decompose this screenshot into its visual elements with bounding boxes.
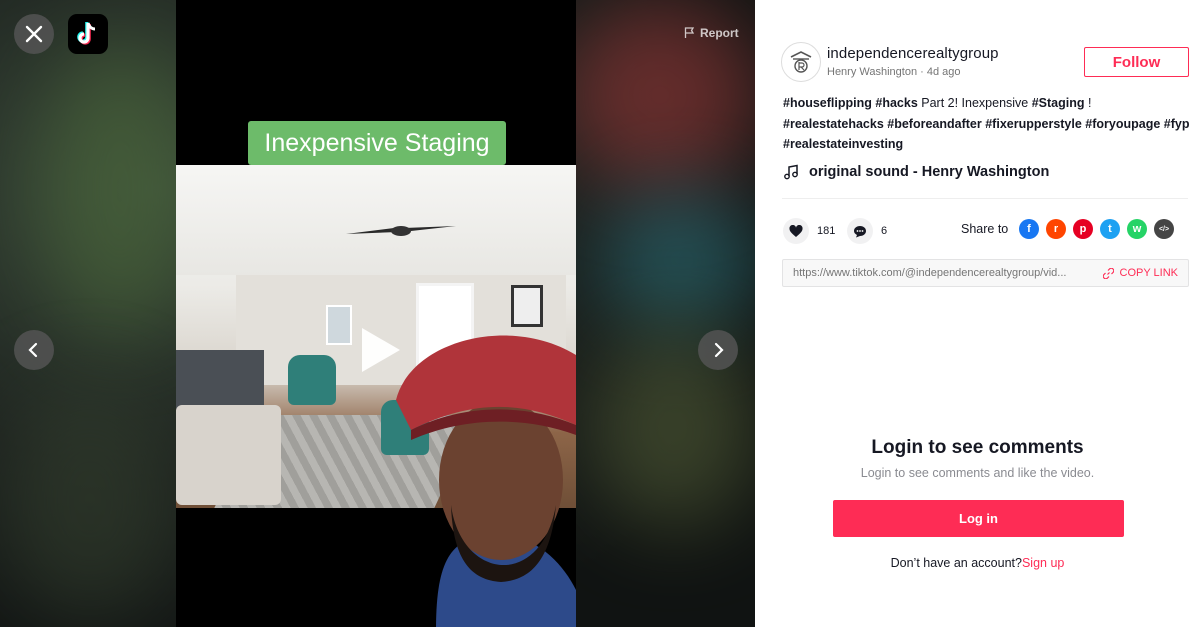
next-video-button[interactable] [698, 330, 738, 370]
author-meta: Henry Washington · 4d ago [827, 66, 961, 78]
heart-icon [789, 224, 803, 237]
hashtag-link[interactable]: #beforeandafter [887, 117, 981, 131]
hashtag-link[interactable]: #hacks [875, 96, 917, 110]
ceiling-fan-shape [346, 226, 456, 236]
video-player[interactable]: Inexpensive Staging [176, 0, 576, 627]
hashtag-link[interactable]: #realestatehacks [783, 117, 884, 131]
description-text: Part 2! Inexpensive [917, 96, 1032, 110]
share-reddit-button[interactable]: r [1046, 219, 1066, 239]
login-prompt-title: Login to see comments [871, 437, 1084, 458]
copy-link-label: COPY LINK [1119, 267, 1179, 279]
twitter-icon: t [1108, 223, 1112, 235]
tiktok-logo[interactable] [68, 14, 108, 54]
room-picture-frame [511, 285, 543, 327]
video-link-box: https://www.tiktok.com/@independencereal… [782, 259, 1189, 287]
copy-link-button[interactable]: COPY LINK [1102, 267, 1179, 279]
author-avatar[interactable] [781, 42, 821, 82]
presenter-shape [396, 335, 576, 627]
login-prompt-subtitle: Login to see comments and like the video… [860, 466, 1095, 480]
hashtag-link[interactable]: #houseflipping [783, 96, 872, 110]
share-pinterest-button[interactable]: p [1073, 219, 1093, 239]
no-account-text: Don’t have an account? [890, 556, 1022, 570]
previous-video-button[interactable] [14, 330, 54, 370]
video-caption-overlay: Inexpensive Staging [248, 121, 506, 165]
facebook-icon: f [1027, 223, 1031, 235]
whatsapp-icon: w [1132, 223, 1142, 235]
link-icon [1102, 267, 1114, 279]
room-sofa [176, 405, 281, 505]
video-viewer: Report Inexpensive Staging [0, 0, 755, 627]
hashtag-link[interactable]: #fixerupperstyle [985, 117, 1082, 131]
hashtag-link[interactable]: #realestateinvesting [783, 137, 903, 151]
share-whatsapp-button[interactable]: w [1127, 219, 1147, 239]
like-count: 181 [817, 225, 836, 237]
report-label: Report [700, 26, 739, 40]
close-icon [25, 25, 43, 43]
share-label: Share to [961, 222, 1009, 236]
comment-button[interactable] [847, 218, 873, 244]
room-chair [288, 355, 336, 405]
reddit-icon: r [1053, 223, 1059, 235]
share-embed-button[interactable]: </> [1154, 219, 1174, 239]
hashtag-link[interactable]: #Staging [1032, 96, 1085, 110]
music-info[interactable]: original sound - Henry Washington [783, 164, 1049, 180]
house-logo-icon [790, 51, 812, 73]
share-icons: f r p t w </> [1019, 219, 1174, 239]
background-blur [0, 380, 180, 620]
post-date: 4d ago [926, 66, 961, 78]
video-description: #houseflipping #hacks Part 2! Inexpensiv… [783, 93, 1193, 155]
embed-icon: </> [1158, 225, 1170, 233]
video-details-panel: independencerealtygroup Henry Washington… [755, 0, 1200, 627]
comment-count: 6 [881, 225, 888, 237]
video-link-url[interactable]: https://www.tiktok.com/@independencereal… [793, 267, 1093, 279]
report-button[interactable]: Report [684, 26, 739, 40]
divider [782, 198, 1188, 199]
share-facebook-button[interactable]: f [1019, 219, 1039, 239]
hashtag-link[interactable]: #foryoupage [1085, 117, 1160, 131]
pinterest-icon: p [1079, 223, 1087, 235]
follow-button[interactable]: Follow [1084, 47, 1189, 77]
signup-link[interactable]: Sign up [1022, 556, 1064, 570]
flag-icon [684, 27, 695, 38]
play-icon[interactable] [362, 328, 400, 372]
music-note-icon [784, 164, 798, 180]
like-stat[interactable]: 181 [783, 218, 835, 244]
room-counter [176, 350, 264, 410]
signup-line: Don’t have an account?Sign up [755, 556, 1200, 570]
description-text: ! [1084, 96, 1092, 110]
meta-separator: · [917, 66, 927, 78]
background-blur [600, 190, 755, 330]
comment-icon [854, 225, 866, 237]
music-label: original sound - Henry Washington [809, 164, 1050, 180]
like-button[interactable] [783, 218, 809, 244]
room-window [326, 305, 352, 345]
chevron-left-icon [28, 342, 38, 358]
author-display-name[interactable]: Henry Washington [827, 66, 917, 78]
close-button[interactable] [14, 14, 54, 54]
chevron-right-icon [714, 342, 724, 358]
author-username[interactable]: independencerealtygroup [827, 45, 999, 62]
share-twitter-button[interactable]: t [1100, 219, 1120, 239]
comment-stat[interactable]: 6 [847, 218, 887, 244]
tiktok-icon [77, 22, 96, 45]
hashtag-link[interactable]: #fyp [1164, 117, 1190, 131]
login-button[interactable]: Log in [833, 500, 1124, 537]
